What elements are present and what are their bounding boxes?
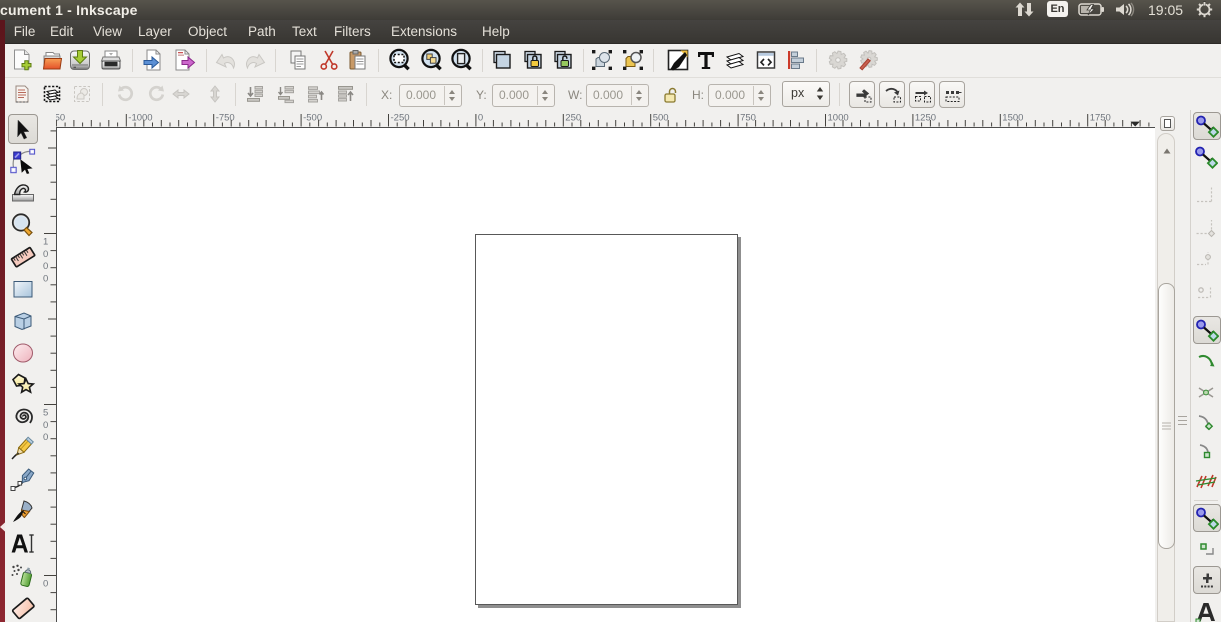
svg-text:0: 0 xyxy=(43,261,48,272)
svg-text:0: 0 xyxy=(43,249,48,260)
svg-text:-250: -250 xyxy=(391,113,410,124)
svg-text:-1000: -1000 xyxy=(128,113,152,124)
svg-text:1250: 1250 xyxy=(915,113,936,124)
svg-text:500: 500 xyxy=(653,113,669,124)
svg-text:1: 1 xyxy=(43,237,48,248)
svg-text:0: 0 xyxy=(43,432,48,443)
svg-text:-1250: -1250 xyxy=(56,113,65,124)
svg-text:1750: 1750 xyxy=(1090,113,1111,124)
svg-text:0: 0 xyxy=(43,273,48,284)
svg-text:0: 0 xyxy=(478,113,483,124)
svg-text:-500: -500 xyxy=(303,113,322,124)
svg-text:5: 5 xyxy=(43,408,48,419)
svg-text:750: 750 xyxy=(740,113,756,124)
svg-text:1000: 1000 xyxy=(828,113,849,124)
svg-text:250: 250 xyxy=(565,113,581,124)
svg-text:-750: -750 xyxy=(216,113,235,124)
svg-text:0: 0 xyxy=(43,579,48,590)
svg-text:0: 0 xyxy=(43,420,48,431)
svg-text:1500: 1500 xyxy=(1002,113,1023,124)
